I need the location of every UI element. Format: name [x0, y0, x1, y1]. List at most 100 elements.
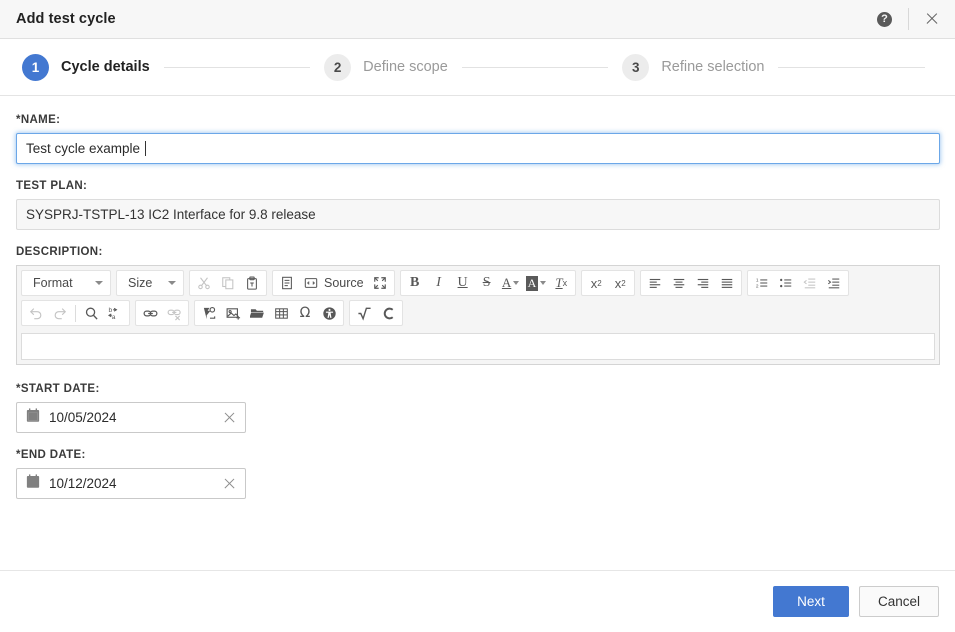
test-plan-label: TEST PLAN: — [16, 180, 939, 192]
toolbar-group-insert: Ω — [194, 300, 344, 326]
image-icon[interactable] — [221, 302, 245, 324]
cancel-button[interactable]: Cancel — [859, 586, 939, 617]
underline-icon[interactable]: U — [451, 272, 475, 294]
editor-toolbar-row-2: b a — [17, 296, 939, 330]
toolbar-group-formulas — [349, 300, 403, 326]
dialog-footer: Next Cancel — [0, 570, 955, 632]
math-formula-icon[interactable] — [352, 302, 376, 324]
copy-icon[interactable] — [216, 272, 240, 294]
svg-text:a: a — [111, 314, 115, 321]
start-date-value: 10/05/2024 — [49, 410, 223, 425]
size-dropdown[interactable]: Size — [119, 271, 181, 295]
clear-end-date-icon[interactable] — [223, 477, 237, 491]
start-date-field-block: *START DATE: 10/05/2024 — [16, 383, 939, 433]
step-refine-selection[interactable]: 3 Refine selection — [622, 54, 764, 81]
toolbar-group-alignment — [640, 270, 742, 296]
maximize-icon[interactable] — [368, 272, 392, 294]
source-label[interactable]: Source — [323, 276, 368, 290]
description-field-block: DESCRIPTION: Format Size — [16, 246, 939, 365]
align-left-icon[interactable] — [643, 272, 667, 294]
bold-icon[interactable]: B — [403, 272, 427, 294]
superscript-icon[interactable]: x2 — [608, 272, 632, 294]
step-label-1: Cycle details — [61, 59, 150, 75]
bulleted-list-icon[interactable] — [774, 272, 798, 294]
test-plan-field-block: TEST PLAN: SYSPRJ-TSTPL-13 IC2 Interface… — [16, 180, 939, 230]
end-date-field-block: *END DATE: 10/12/2024 — [16, 449, 939, 499]
italic-icon[interactable]: I — [427, 272, 451, 294]
editor-toolbar-row-1: Format Size — [17, 266, 939, 296]
align-justify-icon[interactable] — [715, 272, 739, 294]
text-caret — [145, 141, 146, 156]
rich-text-editor: Format Size — [16, 265, 940, 365]
strikethrough-icon[interactable]: S — [475, 272, 499, 294]
increase-indent-icon[interactable] — [822, 272, 846, 294]
dialog-body: *NAME: Test cycle example TEST PLAN: SYS… — [0, 96, 955, 570]
size-dropdown-label: Size — [128, 276, 152, 290]
step-connector-3 — [778, 67, 925, 68]
toolbar-group-links — [135, 300, 189, 326]
source-icon[interactable] — [299, 272, 323, 294]
toolbar-group-history-find: b a — [21, 300, 130, 326]
numbered-list-icon[interactable]: 1 2 — [750, 272, 774, 294]
name-input[interactable]: Test cycle example — [16, 133, 940, 164]
special-character-icon[interactable]: Ω — [293, 302, 317, 324]
attach-file-icon[interactable] — [245, 302, 269, 324]
chevron-down-icon — [168, 281, 176, 285]
step-number-2: 2 — [324, 54, 351, 81]
link-icon[interactable] — [138, 302, 162, 324]
toolbar-group-lists: 1 2 — [747, 270, 849, 296]
svg-text:1: 1 — [756, 278, 759, 284]
subscript-icon[interactable]: x2 — [584, 272, 608, 294]
toolbar-group-format: Format — [21, 270, 111, 296]
chemistry-formula-icon[interactable] — [376, 302, 400, 324]
paste-icon[interactable] — [240, 272, 264, 294]
calendar-icon — [26, 408, 40, 428]
toolbar-group-size: Size — [116, 270, 184, 296]
titlebar-actions: ? — [877, 0, 941, 38]
step-define-scope[interactable]: 2 Define scope — [324, 54, 448, 81]
templates-icon[interactable] — [275, 272, 299, 294]
end-date-input[interactable]: 10/12/2024 — [16, 468, 246, 499]
step-label-2: Define scope — [363, 59, 448, 75]
wizard-stepper: 1 Cycle details 2 Define scope 3 Refine … — [0, 39, 955, 96]
step-cycle-details[interactable]: 1 Cycle details — [22, 54, 150, 81]
cut-icon[interactable] — [192, 272, 216, 294]
unlink-icon[interactable] — [162, 302, 186, 324]
end-date-label: *END DATE: — [16, 449, 939, 461]
next-button[interactable]: Next — [773, 586, 849, 617]
start-date-label: *START DATE: — [16, 383, 939, 395]
decrease-indent-icon[interactable] — [798, 272, 822, 294]
redo-icon[interactable] — [48, 302, 72, 324]
find-icon[interactable] — [79, 302, 103, 324]
step-number-1: 1 — [22, 54, 49, 81]
remove-format-icon[interactable]: Tx — [549, 272, 573, 294]
dialog-titlebar: Add test cycle ? — [0, 0, 955, 39]
svg-text:b: b — [108, 307, 112, 314]
help-circle-icon[interactable]: ? — [877, 12, 892, 27]
align-right-icon[interactable] — [691, 272, 715, 294]
close-icon[interactable] — [923, 10, 941, 28]
background-color-icon[interactable]: A — [523, 272, 550, 294]
format-dropdown-label: Format — [33, 276, 73, 290]
description-editor-body[interactable] — [21, 333, 935, 360]
description-label: DESCRIPTION: — [16, 246, 939, 258]
replace-icon[interactable]: b a — [103, 302, 127, 324]
clear-start-date-icon[interactable] — [223, 411, 237, 425]
add-test-cycle-dialog: Add test cycle ? 1 Cycle details 2 Defin… — [0, 0, 955, 632]
align-center-icon[interactable] — [667, 272, 691, 294]
undo-icon[interactable] — [24, 302, 48, 324]
svg-text:2: 2 — [756, 284, 759, 290]
table-icon[interactable] — [269, 302, 293, 324]
dialog-title: Add test cycle — [16, 11, 116, 27]
toolbar-separator — [75, 305, 76, 322]
accessibility-checker-icon[interactable] — [317, 302, 341, 324]
step-label-3: Refine selection — [661, 59, 764, 75]
anchor-icon[interactable] — [197, 302, 221, 324]
toolbar-group-basic-styles: B I U S A A Tx — [400, 270, 577, 296]
test-plan-value: SYSPRJ-TSTPL-13 IC2 Interface for 9.8 re… — [26, 207, 316, 222]
start-date-input[interactable]: 10/05/2024 — [16, 402, 246, 433]
format-dropdown[interactable]: Format — [24, 271, 108, 295]
text-color-icon[interactable]: A — [499, 272, 523, 294]
test-plan-input[interactable]: SYSPRJ-TSTPL-13 IC2 Interface for 9.8 re… — [16, 199, 940, 230]
chevron-down-icon — [95, 281, 103, 285]
